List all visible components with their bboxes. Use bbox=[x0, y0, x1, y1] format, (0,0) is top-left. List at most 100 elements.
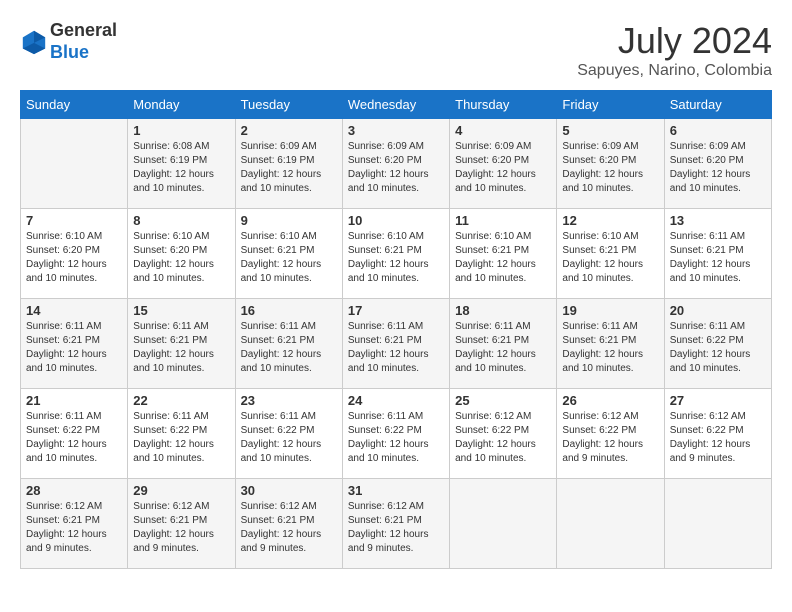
sunset-label: Sunset: 6:22 PM bbox=[26, 425, 100, 436]
month-year: July 2024 bbox=[577, 20, 772, 62]
daylight-label: Daylight: 12 hours and 9 minutes. bbox=[348, 529, 429, 554]
day-number: 28 bbox=[26, 483, 122, 498]
cell-content: Sunrise: 6:11 AM Sunset: 6:22 PM Dayligh… bbox=[26, 410, 122, 466]
day-number: 23 bbox=[241, 393, 337, 408]
day-number: 21 bbox=[26, 393, 122, 408]
daylight-label: Daylight: 12 hours and 10 minutes. bbox=[241, 349, 322, 374]
sunset-label: Sunset: 6:20 PM bbox=[348, 155, 422, 166]
day-number: 8 bbox=[133, 213, 229, 228]
location: Sapuyes, Narino, Colombia bbox=[577, 62, 772, 80]
sunrise-label: Sunrise: 6:12 AM bbox=[455, 411, 531, 422]
sunrise-label: Sunrise: 6:11 AM bbox=[26, 321, 101, 332]
calendar-header: SundayMondayTuesdayWednesdayThursdayFrid… bbox=[21, 91, 772, 119]
day-number: 26 bbox=[562, 393, 658, 408]
daylight-label: Daylight: 12 hours and 10 minutes. bbox=[26, 259, 107, 284]
calendar-cell: 1 Sunrise: 6:08 AM Sunset: 6:19 PM Dayli… bbox=[128, 119, 235, 209]
cell-content: Sunrise: 6:11 AM Sunset: 6:22 PM Dayligh… bbox=[241, 410, 337, 466]
sunrise-label: Sunrise: 6:11 AM bbox=[348, 411, 423, 422]
calendar-cell: 6 Sunrise: 6:09 AM Sunset: 6:20 PM Dayli… bbox=[664, 119, 771, 209]
cell-content: Sunrise: 6:10 AM Sunset: 6:21 PM Dayligh… bbox=[241, 230, 337, 286]
page-header: General Blue July 2024 Sapuyes, Narino, … bbox=[20, 20, 772, 80]
cell-content: Sunrise: 6:09 AM Sunset: 6:20 PM Dayligh… bbox=[348, 140, 444, 196]
weekday-header: Monday bbox=[128, 91, 235, 119]
sunset-label: Sunset: 6:22 PM bbox=[562, 425, 636, 436]
calendar-week-row: 28 Sunrise: 6:12 AM Sunset: 6:21 PM Dayl… bbox=[21, 479, 772, 569]
day-number: 4 bbox=[455, 123, 551, 138]
sunset-label: Sunset: 6:21 PM bbox=[348, 515, 422, 526]
sunset-label: Sunset: 6:20 PM bbox=[26, 245, 100, 256]
cell-content: Sunrise: 6:09 AM Sunset: 6:20 PM Dayligh… bbox=[670, 140, 766, 196]
sunset-label: Sunset: 6:22 PM bbox=[670, 335, 744, 346]
logo: General Blue bbox=[20, 20, 117, 63]
weekday-header: Saturday bbox=[664, 91, 771, 119]
daylight-label: Daylight: 12 hours and 10 minutes. bbox=[562, 259, 643, 284]
cell-content: Sunrise: 6:11 AM Sunset: 6:21 PM Dayligh… bbox=[241, 320, 337, 376]
sunrise-label: Sunrise: 6:10 AM bbox=[26, 231, 102, 242]
day-number: 9 bbox=[241, 213, 337, 228]
cell-content: Sunrise: 6:12 AM Sunset: 6:21 PM Dayligh… bbox=[26, 500, 122, 556]
cell-content: Sunrise: 6:11 AM Sunset: 6:22 PM Dayligh… bbox=[133, 410, 229, 466]
sunrise-label: Sunrise: 6:11 AM bbox=[670, 321, 745, 332]
sunrise-label: Sunrise: 6:08 AM bbox=[133, 141, 209, 152]
cell-content: Sunrise: 6:12 AM Sunset: 6:22 PM Dayligh… bbox=[455, 410, 551, 466]
calendar-cell: 19 Sunrise: 6:11 AM Sunset: 6:21 PM Dayl… bbox=[557, 299, 664, 389]
day-number: 1 bbox=[133, 123, 229, 138]
sunrise-label: Sunrise: 6:12 AM bbox=[133, 501, 209, 512]
cell-content: Sunrise: 6:12 AM Sunset: 6:21 PM Dayligh… bbox=[133, 500, 229, 556]
sunset-label: Sunset: 6:20 PM bbox=[133, 245, 207, 256]
logo-icon bbox=[20, 28, 48, 56]
sunset-label: Sunset: 6:21 PM bbox=[670, 245, 744, 256]
daylight-label: Daylight: 12 hours and 10 minutes. bbox=[348, 439, 429, 464]
calendar-week-row: 14 Sunrise: 6:11 AM Sunset: 6:21 PM Dayl… bbox=[21, 299, 772, 389]
sunrise-label: Sunrise: 6:11 AM bbox=[241, 411, 316, 422]
sunset-label: Sunset: 6:22 PM bbox=[348, 425, 422, 436]
cell-content: Sunrise: 6:11 AM Sunset: 6:22 PM Dayligh… bbox=[348, 410, 444, 466]
calendar-table: SundayMondayTuesdayWednesdayThursdayFrid… bbox=[20, 90, 772, 569]
calendar-cell: 26 Sunrise: 6:12 AM Sunset: 6:22 PM Dayl… bbox=[557, 389, 664, 479]
weekday-header: Wednesday bbox=[342, 91, 449, 119]
calendar-cell: 13 Sunrise: 6:11 AM Sunset: 6:21 PM Dayl… bbox=[664, 209, 771, 299]
calendar-cell: 30 Sunrise: 6:12 AM Sunset: 6:21 PM Dayl… bbox=[235, 479, 342, 569]
cell-content: Sunrise: 6:10 AM Sunset: 6:21 PM Dayligh… bbox=[562, 230, 658, 286]
day-number: 15 bbox=[133, 303, 229, 318]
day-number: 5 bbox=[562, 123, 658, 138]
day-number: 29 bbox=[133, 483, 229, 498]
calendar-cell: 22 Sunrise: 6:11 AM Sunset: 6:22 PM Dayl… bbox=[128, 389, 235, 479]
daylight-label: Daylight: 12 hours and 10 minutes. bbox=[562, 349, 643, 374]
sunrise-label: Sunrise: 6:11 AM bbox=[26, 411, 101, 422]
sunrise-label: Sunrise: 6:12 AM bbox=[241, 501, 317, 512]
sunset-label: Sunset: 6:22 PM bbox=[455, 425, 529, 436]
cell-content: Sunrise: 6:12 AM Sunset: 6:21 PM Dayligh… bbox=[348, 500, 444, 556]
sunset-label: Sunset: 6:21 PM bbox=[26, 335, 100, 346]
calendar-cell: 21 Sunrise: 6:11 AM Sunset: 6:22 PM Dayl… bbox=[21, 389, 128, 479]
sunrise-label: Sunrise: 6:12 AM bbox=[562, 411, 638, 422]
calendar-cell: 5 Sunrise: 6:09 AM Sunset: 6:20 PM Dayli… bbox=[557, 119, 664, 209]
sunrise-label: Sunrise: 6:11 AM bbox=[133, 411, 208, 422]
cell-content: Sunrise: 6:10 AM Sunset: 6:20 PM Dayligh… bbox=[133, 230, 229, 286]
sunrise-label: Sunrise: 6:11 AM bbox=[241, 321, 316, 332]
calendar-cell bbox=[664, 479, 771, 569]
daylight-label: Daylight: 12 hours and 10 minutes. bbox=[133, 439, 214, 464]
sunrise-label: Sunrise: 6:10 AM bbox=[133, 231, 209, 242]
sunset-label: Sunset: 6:22 PM bbox=[670, 425, 744, 436]
sunset-label: Sunset: 6:21 PM bbox=[133, 515, 207, 526]
sunrise-label: Sunrise: 6:11 AM bbox=[670, 231, 745, 242]
daylight-label: Daylight: 12 hours and 10 minutes. bbox=[133, 349, 214, 374]
daylight-label: Daylight: 12 hours and 10 minutes. bbox=[348, 349, 429, 374]
cell-content: Sunrise: 6:10 AM Sunset: 6:21 PM Dayligh… bbox=[455, 230, 551, 286]
calendar-body: 1 Sunrise: 6:08 AM Sunset: 6:19 PM Dayli… bbox=[21, 119, 772, 569]
sunrise-label: Sunrise: 6:10 AM bbox=[348, 231, 424, 242]
calendar-cell: 29 Sunrise: 6:12 AM Sunset: 6:21 PM Dayl… bbox=[128, 479, 235, 569]
sunset-label: Sunset: 6:21 PM bbox=[562, 245, 636, 256]
daylight-label: Daylight: 12 hours and 9 minutes. bbox=[133, 529, 214, 554]
sunset-label: Sunset: 6:22 PM bbox=[241, 425, 315, 436]
calendar-cell bbox=[557, 479, 664, 569]
daylight-label: Daylight: 12 hours and 10 minutes. bbox=[455, 439, 536, 464]
calendar-cell bbox=[21, 119, 128, 209]
sunset-label: Sunset: 6:21 PM bbox=[133, 335, 207, 346]
weekday-header: Tuesday bbox=[235, 91, 342, 119]
daylight-label: Daylight: 12 hours and 9 minutes. bbox=[26, 529, 107, 554]
logo-line1: General bbox=[50, 20, 117, 42]
sunset-label: Sunset: 6:21 PM bbox=[455, 335, 529, 346]
cell-content: Sunrise: 6:11 AM Sunset: 6:21 PM Dayligh… bbox=[348, 320, 444, 376]
